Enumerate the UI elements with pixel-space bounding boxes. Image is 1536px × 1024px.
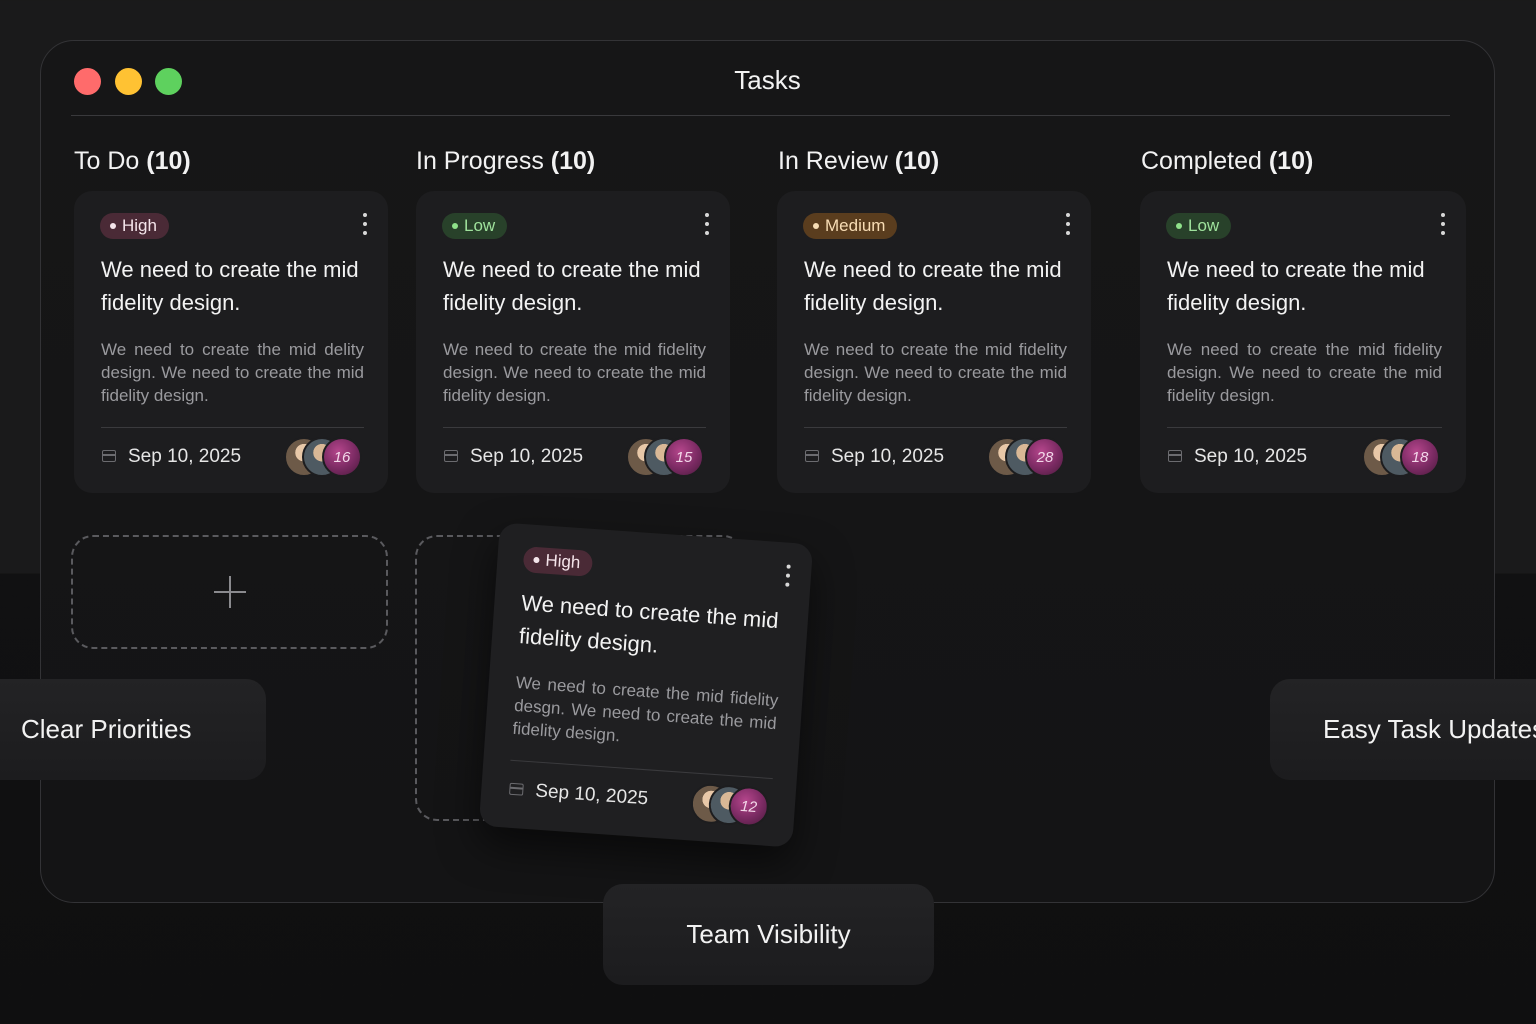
calendar-icon	[444, 450, 458, 462]
priority-label: Medium	[825, 216, 886, 235]
calendar-icon	[509, 782, 524, 796]
avatar-count: 16	[322, 437, 362, 477]
task-title: We need to create the mid fidelity desig…	[1167, 257, 1425, 315]
avatar-count: 15	[664, 437, 704, 477]
column-name: In Progress	[416, 147, 544, 175]
assignee-avatars[interactable]: 18	[1362, 437, 1442, 477]
due-date: Sep 10, 2025	[470, 446, 584, 467]
dragged-task-card[interactable]: High We need to create the mid fidelity …	[478, 522, 814, 848]
task-card-completed[interactable]: Low We need to create the mid fidelity d…	[1140, 191, 1466, 493]
more-options-icon[interactable]	[1440, 213, 1446, 235]
priority-badge-low: Low	[1166, 213, 1232, 239]
column-header-completed: Completed (10)	[1141, 147, 1313, 176]
priority-badge-low: Low	[442, 213, 508, 239]
priority-label: High	[122, 216, 157, 235]
due-date: Sep 10, 2025	[831, 446, 945, 467]
calendar-icon	[102, 450, 116, 462]
feature-pill-team-visibility: Team Visibility	[603, 884, 934, 985]
column-count: (10)	[1268, 147, 1314, 175]
task-description: We need to create the mid fidelity desig…	[804, 340, 1067, 405]
plus-icon[interactable]	[213, 576, 246, 608]
calendar-icon	[1168, 450, 1182, 462]
task-card-todo[interactable]: High We need to create the mid fidelity …	[74, 191, 388, 493]
priority-badge-high: High	[522, 546, 594, 577]
column-header-in-progress: In Progress (10)	[416, 147, 595, 176]
due-date: Sep 10, 2025	[534, 780, 649, 810]
due-date: Sep 10, 2025	[1194, 446, 1308, 467]
card-divider	[510, 759, 773, 780]
task-title: We need to create the mid fidelity desig…	[804, 257, 1062, 315]
feature-pill-easy-task-updates: Easy Task Updates	[1270, 679, 1536, 780]
card-divider	[804, 427, 1067, 428]
feature-label: Team Visibility	[686, 919, 851, 949]
priority-label: High	[544, 550, 582, 573]
more-options-icon[interactable]	[784, 564, 792, 587]
column-count: (10)	[146, 147, 191, 175]
column-count: (10)	[894, 147, 940, 175]
column-header-in-review: In Review (10)	[778, 147, 939, 176]
column-count: (10)	[550, 147, 596, 175]
task-description: We need to create the mid fidelity desig…	[443, 340, 706, 405]
priority-label: Low	[464, 216, 496, 235]
more-options-icon[interactable]	[704, 213, 710, 235]
column-name: To Do	[74, 147, 140, 175]
add-task-dropzone[interactable]	[71, 535, 388, 649]
assignee-avatars[interactable]: 12	[689, 782, 772, 828]
task-card-in-review[interactable]: Medium We need to create the mid fidelit…	[777, 191, 1091, 493]
assignee-avatars[interactable]: 28	[987, 437, 1067, 477]
avatar-count: 18	[1400, 437, 1440, 477]
feature-label: Easy Task Updates	[1323, 714, 1536, 744]
task-title: We need to create the mid fidelity desig…	[443, 257, 701, 315]
task-description: We need to create the mid fidelity desgn…	[511, 672, 779, 746]
calendar-icon	[805, 450, 819, 462]
more-options-icon[interactable]	[362, 213, 368, 235]
window-title: Tasks	[734, 65, 801, 95]
column-name: Completed	[1141, 147, 1262, 175]
assignee-avatars[interactable]: 16	[284, 437, 364, 477]
more-options-icon[interactable]	[1065, 213, 1071, 235]
task-card-in-progress[interactable]: Low We need to create the mid fidelity d…	[416, 191, 730, 493]
task-description: We need to create the mid delity design.…	[101, 340, 364, 405]
task-title: We need to create the mid fidelity desig…	[101, 257, 359, 315]
assignee-avatars[interactable]: 15	[626, 437, 706, 477]
avatar-count: 28	[1025, 437, 1065, 477]
due-date: Sep 10, 2025	[128, 446, 242, 467]
column-header-todo: To Do (10)	[74, 147, 191, 176]
task-description: We need to create the mid fidelity desig…	[1167, 340, 1442, 405]
card-divider	[1167, 427, 1442, 428]
column-name: In Review	[778, 147, 888, 175]
title-divider	[71, 115, 1450, 116]
priority-label: Low	[1188, 216, 1220, 235]
feature-label: Clear Priorities	[21, 714, 192, 744]
task-title: We need to create the mid fidelity desig…	[518, 590, 780, 658]
priority-badge-high: High	[100, 213, 169, 239]
priority-badge-medium: Medium	[803, 213, 898, 239]
card-divider	[101, 427, 364, 428]
feature-pill-clear-priorities: Clear Priorities	[0, 679, 266, 780]
card-divider	[443, 427, 706, 428]
